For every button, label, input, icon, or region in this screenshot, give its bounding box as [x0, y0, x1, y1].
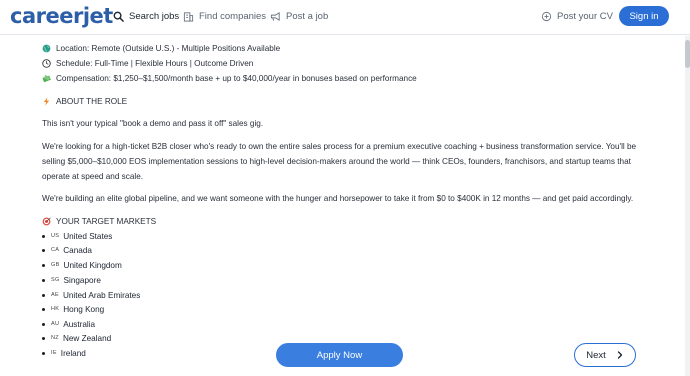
nav-find-companies[interactable]: Find companies: [183, 11, 266, 22]
nav-post-a-job-label: Post a job: [286, 11, 329, 22]
role-paragraph-line-1: We're looking for a high-ticket B2B clos…: [42, 142, 637, 151]
country-code: US: [51, 233, 60, 239]
pipeline-paragraph: We're building an elite global pipeline,…: [42, 194, 634, 203]
list-item: GB United Kingdom: [42, 260, 122, 271]
list-item: US United States: [42, 231, 112, 242]
list-item: IE Ireland: [42, 348, 86, 359]
country-code: AU: [51, 321, 60, 327]
building-icon: [183, 12, 194, 22]
country-name: United Arab Emirates: [62, 291, 141, 300]
search-icon: [113, 11, 124, 22]
apply-now-button[interactable]: Apply Now: [276, 343, 403, 367]
country-name: United Kingdom: [63, 261, 122, 270]
scrollbar-thumb[interactable]: [685, 40, 690, 68]
list-item: AE United Arab Emirates: [42, 290, 140, 301]
about-role-heading: ABOUT THE ROLE: [42, 96, 127, 107]
country-name: United States: [63, 232, 113, 241]
list-item: SG Singapore: [42, 275, 101, 286]
country-code: GB: [51, 262, 60, 268]
target-markets-heading: YOUR TARGET MARKETS: [42, 216, 156, 227]
schedule-detail: Schedule: Full-Time | Flexible Hours | O…: [42, 58, 253, 69]
country-code: CA: [51, 247, 60, 253]
list-item: HK Hong Kong: [42, 304, 104, 315]
about-role-title: ABOUT THE ROLE: [56, 97, 128, 106]
sign-in-button[interactable]: Sign in: [619, 6, 669, 26]
list-item: NZ New Zealand: [42, 333, 111, 344]
globe-icon: [42, 44, 51, 53]
country-name: New Zealand: [62, 334, 112, 343]
country-name: Canada: [63, 246, 92, 255]
country-code: HK: [51, 306, 60, 312]
country-name: Singapore: [63, 276, 101, 285]
nav-search-jobs-label: Search jobs: [129, 11, 180, 22]
list-item: AU Australia: [42, 319, 95, 330]
schedule-text: Schedule: Full-Time | Flexible Hours | O…: [56, 59, 254, 68]
country-name: Hong Kong: [63, 305, 105, 314]
clock-icon: [42, 59, 51, 68]
compensation-text: Compensation: $1,250–$1,500/month base +…: [56, 74, 417, 83]
location-text: Location: Remote (Outside U.S.) - Multip…: [56, 44, 281, 53]
post-your-cv-label: Post your CV: [557, 11, 613, 22]
list-item: CA Canada: [42, 245, 92, 256]
country-name: Australia: [63, 320, 96, 329]
target-markets-title: YOUR TARGET MARKETS: [56, 217, 157, 226]
compensation-detail: Compensation: $1,250–$1,500/month base +…: [42, 73, 417, 84]
country-name: Ireland: [60, 349, 86, 358]
role-paragraph-line-3: operate at speed and scale.: [42, 172, 144, 181]
megaphone-icon: [270, 12, 280, 21]
money-icon: [42, 75, 51, 83]
top-navigation-bar: careerjet Search jobs Find companies Pos…: [0, 0, 690, 35]
next-button-label: Next: [586, 349, 606, 361]
nav-find-companies-label: Find companies: [199, 11, 267, 22]
country-code: AE: [51, 292, 59, 298]
country-code: SG: [51, 277, 60, 283]
nav-search-jobs[interactable]: Search jobs: [113, 11, 179, 22]
intro-paragraph: This isn't your typical "book a demo and…: [42, 119, 264, 128]
role-paragraph-line-2: selling $5,000–$10,000 EOS implementatio…: [42, 157, 631, 166]
country-code: NZ: [51, 335, 59, 341]
chevron-right-icon: [617, 351, 622, 359]
scrollbar[interactable]: [685, 36, 690, 376]
country-code: IE: [51, 350, 57, 356]
add-circle-icon: [541, 11, 552, 22]
lightning-icon: [43, 97, 50, 106]
nav-post-a-job[interactable]: Post a job: [270, 11, 328, 22]
next-button[interactable]: Next: [574, 343, 636, 367]
post-your-cv-link[interactable]: Post your CV: [541, 11, 613, 22]
target-icon: [42, 217, 51, 226]
location-detail: Location: Remote (Outside U.S.) - Multip…: [42, 43, 280, 54]
careerjet-logo[interactable]: careerjet: [10, 4, 113, 28]
